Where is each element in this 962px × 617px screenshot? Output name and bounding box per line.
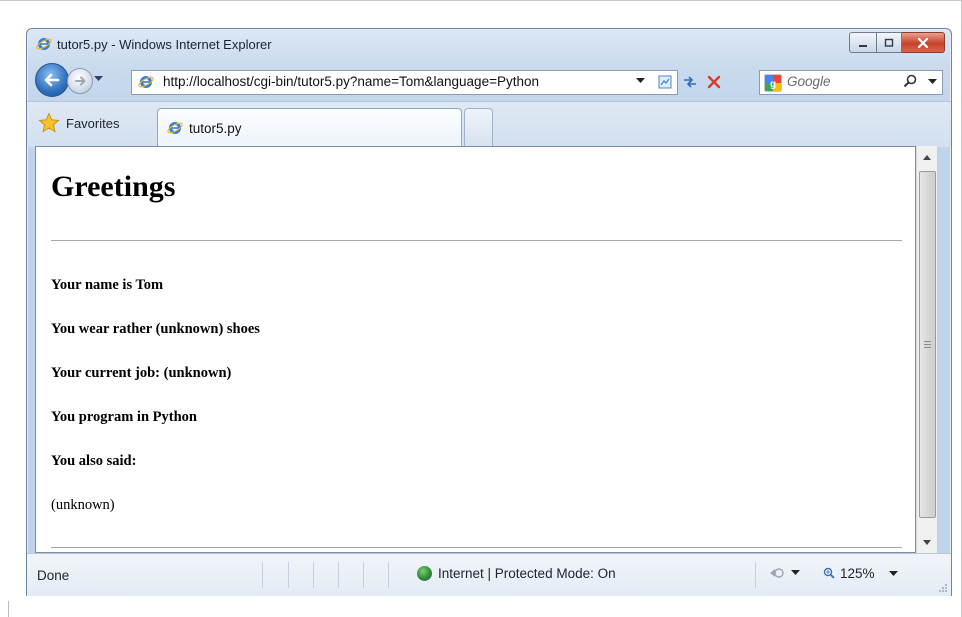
title-bar: tutor5.py - Windows Internet Explorer	[27, 29, 951, 59]
page-transition-button[interactable]	[768, 566, 800, 580]
favorites-star-icon	[38, 112, 60, 133]
address-url[interactable]: http://localhost/cgi-bin/tutor5.py?name=…	[163, 74, 539, 89]
scroll-down-button[interactable]	[917, 534, 937, 551]
favorites-button[interactable]: Favorites	[32, 105, 140, 141]
search-placeholder: Google	[787, 74, 831, 89]
search-icon[interactable]	[902, 73, 918, 89]
also-said-value: (unknown)	[51, 497, 115, 513]
back-button[interactable]	[35, 63, 69, 97]
close-icon	[917, 37, 929, 48]
page-heading: Greetings	[51, 170, 176, 203]
tab-label: tutor5.py	[189, 121, 242, 136]
scroll-up-button[interactable]	[917, 149, 937, 166]
also-said-line: You also said:	[51, 453, 137, 469]
refresh-icon	[684, 76, 696, 88]
vertical-scrollbar[interactable]	[916, 146, 937, 553]
forward-button[interactable]	[67, 68, 93, 94]
ie-logo-icon	[36, 38, 52, 50]
tab-tutor5[interactable]: tutor5.py	[157, 108, 462, 147]
tab-bar: Favorites tutor5.py	[27, 101, 951, 147]
stop-icon	[707, 75, 721, 89]
chevron-down-icon	[888, 570, 898, 576]
back-arrow-icon	[44, 73, 60, 87]
recent-pages-dropdown[interactable]	[93, 74, 103, 84]
page-transition-icon	[770, 568, 784, 578]
scroll-grip	[924, 341, 931, 350]
status-separator	[363, 562, 364, 588]
minimize-icon	[859, 44, 867, 47]
stop-button[interactable]	[703, 71, 725, 93]
language-line: You program in Python	[51, 409, 197, 425]
chevron-down-icon	[93, 76, 103, 81]
forward-arrow-icon	[75, 76, 86, 86]
zoom-level: 125%	[840, 566, 875, 581]
compatibility-view-button[interactable]	[654, 71, 676, 93]
close-button[interactable]	[902, 32, 945, 53]
svg-text:g: g	[770, 79, 776, 90]
search-dropdown-icon[interactable]	[928, 79, 937, 85]
google-icon[interactable]: g	[764, 74, 782, 92]
name-line: Your name is Tom	[51, 277, 164, 293]
minimize-button[interactable]	[849, 32, 877, 53]
status-separator	[313, 562, 314, 588]
search-box[interactable]: g Google	[759, 70, 943, 95]
address-dropdown-icon[interactable]	[636, 78, 645, 84]
scroll-thumb[interactable]	[919, 171, 936, 518]
status-text: Done	[37, 568, 70, 583]
security-zone-label: Internet | Protected Mode: On	[438, 566, 616, 581]
zoom-control[interactable]: 125%	[823, 566, 898, 581]
shoes-line: You wear rather (unknown) shoes	[51, 321, 260, 337]
compatibility-view-icon	[658, 75, 672, 89]
maximize-icon	[884, 38, 894, 47]
zoom-icon	[823, 567, 835, 579]
globe-icon	[417, 566, 432, 581]
status-separator	[755, 562, 756, 588]
ie-window: tutor5.py - Windows Internet Explorer ht…	[26, 28, 952, 596]
favorites-label: Favorites	[66, 115, 120, 131]
address-bar[interactable]: http://localhost/cgi-bin/tutor5.py?name=…	[131, 70, 678, 95]
ie-logo-icon	[138, 76, 154, 88]
scroll-down-icon	[923, 540, 931, 545]
status-bar: Done Internet | Protected Mode: On 125%	[27, 553, 951, 596]
page-content: Greetings Your name is Tom You wear rath…	[35, 146, 916, 553]
status-separator	[388, 562, 389, 588]
status-separator	[288, 562, 289, 588]
horizontal-rule	[51, 240, 902, 241]
status-separator	[338, 562, 339, 588]
security-zone[interactable]: Internet | Protected Mode: On	[417, 566, 616, 581]
ie-logo-icon	[167, 122, 183, 134]
horizontal-rule-bottom	[51, 547, 902, 548]
job-line: Your current job: (unknown)	[51, 365, 232, 381]
status-separator	[262, 562, 263, 588]
new-tab-button[interactable]	[464, 108, 493, 147]
refresh-button[interactable]	[679, 71, 701, 93]
chevron-down-icon	[791, 570, 800, 575]
resize-grip-icon[interactable]	[938, 583, 948, 593]
caption-buttons	[849, 32, 945, 53]
maximize-button[interactable]	[877, 32, 902, 53]
navigation-bar: http://localhost/cgi-bin/tutor5.py?name=…	[27, 59, 951, 99]
scroll-up-icon	[923, 155, 931, 160]
window-title: tutor5.py - Windows Internet Explorer	[57, 37, 272, 52]
